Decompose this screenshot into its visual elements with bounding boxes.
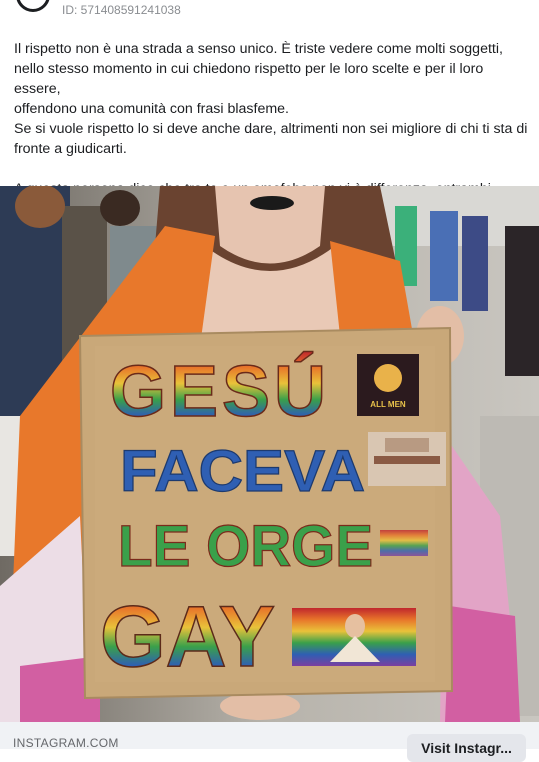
link-preview-footer[interactable]: INSTAGRAM.COM Visit Instagr...	[0, 722, 539, 762]
post-image-illustration: GESÚ FACEVA LE ORGE GAY ALL MEN	[0, 186, 539, 722]
link-domain: INSTAGRAM.COM	[13, 736, 119, 750]
caption-paragraph-1: Il rispetto non è una strada a senso uni…	[14, 41, 528, 157]
sticker-jesus: ALL MEN	[357, 354, 419, 416]
sticker-small-rainbow	[380, 530, 428, 556]
visit-instagram-button[interactable]: Visit Instagr...	[407, 734, 526, 762]
sign-line-3: LE ORGE	[118, 514, 373, 579]
post-id: ID: 571408591241038	[62, 3, 181, 17]
sign-line-4: GAY	[100, 589, 275, 685]
sticker-rainbow-jesus	[292, 608, 416, 666]
post-header: ID: 571408591241038	[0, 0, 539, 22]
svg-text:ALL MEN: ALL MEN	[370, 400, 406, 409]
sticker-last-supper	[368, 432, 446, 486]
sign-line-2: FACEVA	[120, 439, 365, 504]
sign-line-1: GESÚ	[110, 351, 330, 432]
profile-avatar[interactable]	[16, 0, 50, 12]
post-image[interactable]: GESÚ FACEVA LE ORGE GAY ALL MEN	[0, 186, 539, 722]
